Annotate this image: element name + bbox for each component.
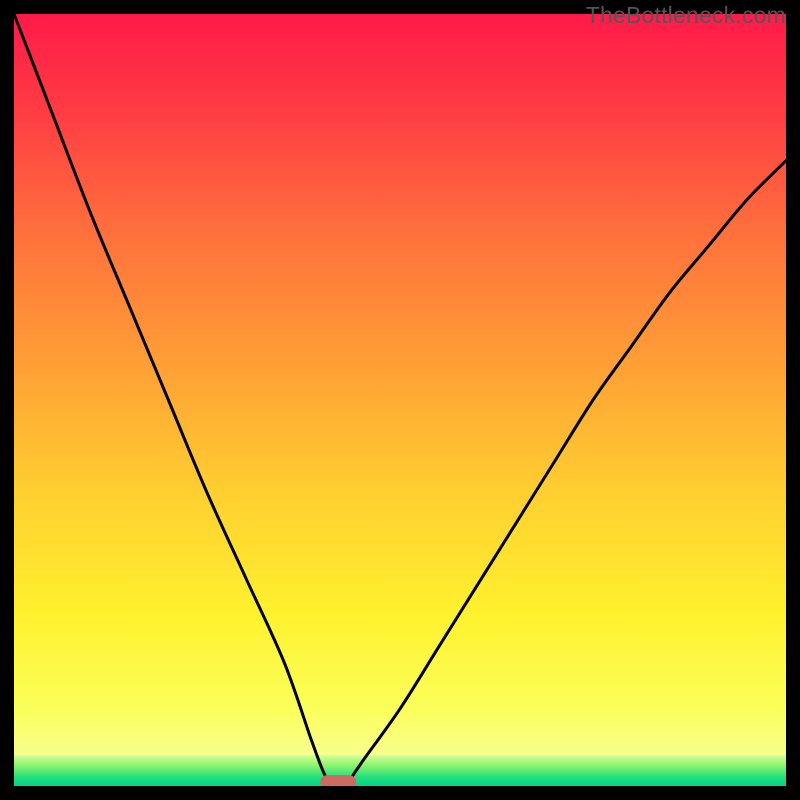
chart-plot [14, 14, 786, 786]
watermark-text: TheBottleneck.com [586, 2, 786, 29]
gradient-background [14, 14, 786, 786]
chart-frame [14, 14, 786, 786]
green-baseline-strip [14, 755, 786, 786]
minimum-marker [320, 775, 356, 786]
